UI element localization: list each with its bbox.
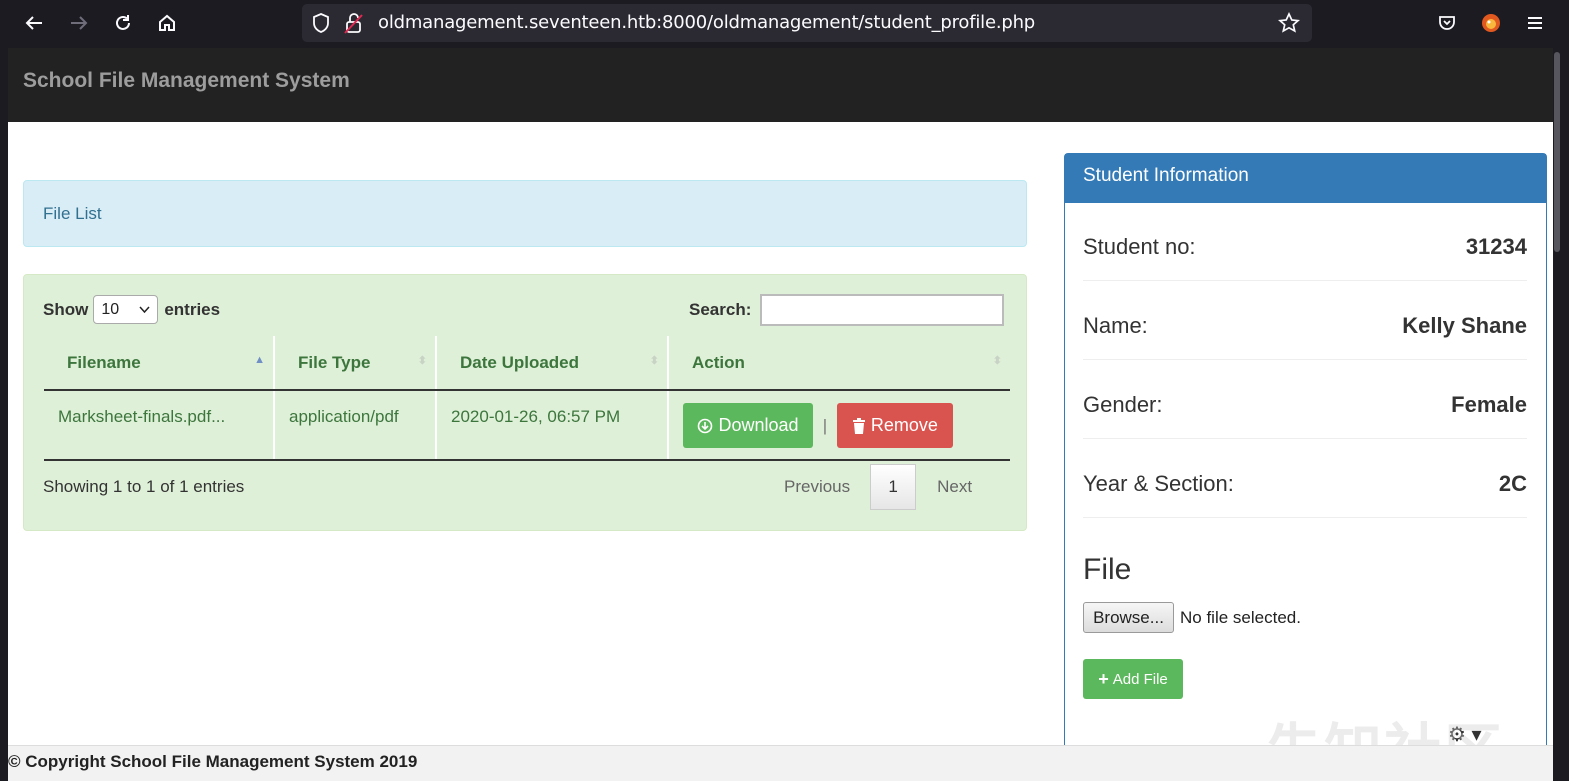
year-section-row: Year & Section: 2C [1083, 440, 1527, 518]
bookmark-star-icon[interactable] [1277, 11, 1301, 39]
cell-action: Download | Remove [668, 390, 1010, 461]
name-row: Name: Kelly Shane [1083, 282, 1527, 360]
brand-title[interactable]: School File Management System [23, 69, 350, 93]
reload-icon[interactable] [106, 6, 140, 40]
remove-button[interactable]: Remove [836, 403, 953, 448]
no-file-text: No file selected. [1180, 607, 1301, 627]
file-table-container: Show 10 entries Search: Filename ▲ File … [23, 274, 1027, 531]
trash-icon [852, 417, 865, 434]
page-viewport: School File Management System File List … [8, 48, 1561, 781]
pagination: Previous 1 Next [784, 464, 972, 510]
chevron-down-icon [139, 305, 150, 313]
scrollbar-thumb[interactable] [1554, 52, 1560, 252]
gender-row: Gender: Female [1083, 361, 1527, 439]
student-no-row: Student no: 31234 [1083, 203, 1527, 281]
table-row: Marksheet-finals.pdf... application/pdf … [44, 390, 1010, 461]
menu-hamburger-icon[interactable] [1518, 6, 1552, 40]
sort-ascending-icon: ▲ [254, 354, 265, 366]
search-input[interactable] [760, 294, 1005, 326]
download-button[interactable]: Download [683, 403, 813, 448]
entries-select[interactable]: 10 [93, 295, 159, 324]
plus-icon: + [1098, 668, 1109, 689]
table-search: Search: [689, 294, 1005, 326]
file-input: Browse... No file selected. [1083, 602, 1301, 633]
footer: © Copyright School File Management Syste… [8, 745, 1561, 781]
sort-icon: ⬍ [649, 355, 659, 367]
column-header-action[interactable]: Action ⬍ [668, 336, 1010, 391]
copyright-text: © Copyright School File Management Syste… [8, 752, 418, 771]
url-bar[interactable]: oldmanagement.seventeen.htb:8000/oldmana… [302, 4, 1312, 42]
sort-icon: ⬍ [417, 355, 427, 367]
search-label: Search: [689, 300, 752, 319]
file-list-title: File List [43, 204, 102, 223]
student-info-panel: Student Information Student no: 31234 Na… [1064, 153, 1547, 781]
table-info: Showing 1 to 1 of 1 entries [43, 477, 245, 496]
download-circle-icon [698, 418, 713, 433]
sort-icon: ⬍ [992, 355, 1002, 367]
cell-file-type: application/pdf [274, 390, 437, 461]
home-icon[interactable] [150, 6, 184, 40]
back-arrow-icon[interactable] [17, 6, 51, 40]
extension-icon[interactable] [1474, 6, 1508, 40]
previous-page-button[interactable]: Previous [784, 477, 850, 497]
next-page-button[interactable]: Next [937, 477, 972, 497]
browser-toolbar: oldmanagement.seventeen.htb:8000/oldmana… [0, 0, 1569, 48]
pocket-icon[interactable] [1430, 6, 1464, 40]
forward-arrow-icon[interactable] [62, 6, 96, 40]
shield-icon[interactable] [312, 13, 330, 38]
entries-select-value: 10 [101, 300, 120, 318]
insecure-lock-icon[interactable] [344, 12, 364, 39]
entries-label: entries [164, 299, 221, 319]
add-file-button[interactable]: + Add File [1083, 659, 1183, 699]
browse-button[interactable]: Browse... [1083, 602, 1174, 633]
page-scrollbar[interactable] [1553, 48, 1561, 781]
file-list-header: File List [23, 180, 1027, 247]
action-separator: | [822, 416, 828, 435]
table-header-row: Filename ▲ File Type ⬍ Date Uploaded ⬍ A… [44, 336, 1010, 391]
show-label: Show [43, 299, 89, 319]
student-info-heading: Student Information [1065, 154, 1546, 203]
file-table: Filename ▲ File Type ⬍ Date Uploaded ⬍ A… [44, 336, 1010, 461]
page-number-button[interactable]: 1 [870, 464, 917, 510]
cell-filename: Marksheet-finals.pdf... [44, 390, 275, 461]
file-upload-heading: File [1083, 553, 1132, 586]
column-header-date-uploaded[interactable]: Date Uploaded ⬍ [436, 336, 669, 391]
url-text: oldmanagement.seventeen.htb:8000/oldmana… [378, 12, 1036, 33]
cell-date-uploaded: 2020-01-26, 06:57 PM [436, 390, 669, 461]
window-edge [0, 48, 8, 781]
entries-length-control: Show 10 entries [43, 295, 220, 324]
column-header-file-type[interactable]: File Type ⬍ [274, 336, 437, 391]
navbar: School File Management System [8, 48, 1561, 122]
column-header-filename[interactable]: Filename ▲ [44, 336, 275, 391]
